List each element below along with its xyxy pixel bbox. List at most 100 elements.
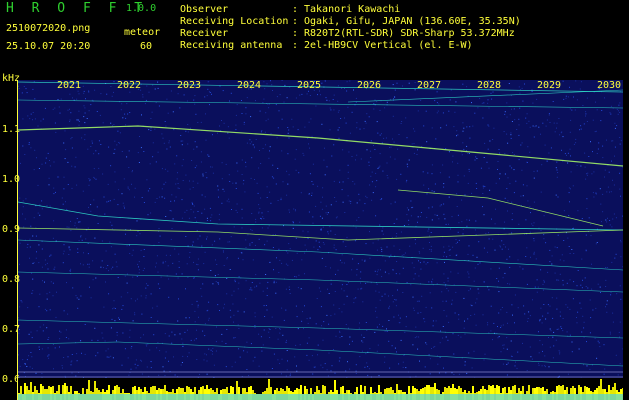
noise-speckle — [200, 121, 202, 123]
noise-speckle — [607, 217, 608, 219]
noise-speckle — [145, 287, 147, 289]
noise-speckle — [380, 247, 382, 249]
noise-speckle — [71, 360, 73, 362]
noise-speckle — [67, 313, 69, 315]
noise-speckle — [308, 143, 309, 145]
noise-speckle — [515, 180, 517, 182]
noise-speckle — [322, 339, 324, 341]
noise-speckle — [66, 226, 68, 228]
noise-speckle — [206, 238, 207, 240]
noise-speckle — [396, 178, 398, 180]
noise-speckle — [595, 193, 597, 195]
noise-speckle — [254, 316, 256, 318]
noise-speckle — [489, 189, 491, 191]
noise-speckle — [558, 118, 560, 119]
noise-speckle — [586, 173, 587, 175]
noise-speckle — [368, 116, 370, 118]
noise-speckle — [389, 147, 390, 148]
noise-speckle — [268, 107, 270, 109]
noise-speckle — [543, 279, 545, 281]
noise-speckle — [57, 99, 59, 101]
noise-speckle — [163, 183, 165, 185]
noise-speckle — [116, 266, 118, 268]
noise-speckle — [77, 252, 79, 253]
noise-speckle — [110, 246, 112, 248]
noise-speckle — [433, 346, 435, 348]
x-tick-label: 2030 — [597, 80, 622, 91]
noise-speckle — [620, 195, 621, 197]
noise-speckle — [585, 250, 587, 252]
noise-speckle — [144, 103, 146, 105]
noise-speckle — [112, 308, 114, 310]
noise-speckle — [69, 249, 71, 251]
noise-speckle — [27, 307, 29, 309]
noise-speckle — [557, 172, 559, 173]
noise-speckle — [53, 220, 55, 222]
noise-speckle — [286, 170, 288, 172]
noise-speckle — [32, 278, 34, 280]
noise-speckle — [614, 122, 616, 124]
noise-speckle — [218, 219, 220, 221]
noise-speckle — [32, 112, 34, 113]
noise-speckle — [262, 216, 264, 218]
noise-speckle — [173, 129, 175, 131]
noise-speckle — [182, 342, 184, 344]
noise-speckle — [79, 221, 81, 223]
noise-speckle — [84, 107, 86, 109]
noise-speckle — [266, 287, 268, 289]
noise-speckle — [541, 365, 543, 367]
noise-speckle — [23, 86, 25, 87]
noise-speckle — [202, 173, 204, 175]
noise-speckle — [599, 188, 601, 190]
noise-speckle — [428, 354, 430, 356]
noise-speckle — [499, 152, 501, 154]
noise-speckle — [370, 175, 372, 177]
noise-speckle — [552, 317, 554, 319]
noise-speckle — [30, 331, 32, 333]
noise-speckle — [318, 241, 320, 243]
noise-speckle — [39, 204, 41, 206]
noise-speckle — [339, 330, 341, 332]
noise-speckle — [450, 89, 452, 91]
noise-speckle — [141, 360, 142, 362]
noise-speckle — [443, 213, 445, 215]
noise-speckle — [167, 170, 169, 172]
noise-speckle — [294, 276, 296, 278]
noise-speckle — [446, 288, 448, 289]
noise-speckle — [471, 367, 473, 369]
noise-speckle — [358, 217, 360, 218]
noise-speckle — [572, 185, 574, 187]
noise-speckle — [319, 246, 321, 248]
noise-speckle — [36, 251, 37, 253]
noise-speckle — [356, 122, 358, 124]
noise-speckle — [219, 85, 221, 87]
noise-speckle — [88, 178, 90, 180]
noise-speckle — [609, 333, 611, 335]
noise-speckle — [509, 165, 511, 167]
noise-speckle — [34, 118, 36, 120]
noise-speckle — [390, 203, 392, 205]
noise-speckle — [288, 129, 290, 131]
noise-speckle — [225, 163, 227, 165]
noise-speckle — [159, 196, 160, 198]
noise-speckle — [246, 142, 248, 144]
noise-speckle — [309, 95, 311, 96]
noise-speckle — [484, 186, 486, 188]
noise-speckle — [32, 119, 33, 121]
noise-speckle — [566, 331, 568, 333]
noise-speckle — [452, 155, 454, 157]
noise-speckle — [152, 142, 154, 144]
noise-speckle — [602, 193, 604, 195]
noise-speckle — [393, 316, 395, 318]
noise-speckle — [500, 351, 502, 353]
noise-speckle — [137, 263, 139, 265]
noise-speckle — [538, 352, 540, 354]
noise-speckle — [166, 98, 168, 100]
noise-speckle — [518, 134, 520, 136]
noise-speckle — [418, 300, 420, 302]
noise-speckle — [94, 177, 95, 179]
noise-speckle — [450, 271, 452, 273]
noise-speckle — [211, 93, 212, 95]
noise-speckle — [250, 177, 252, 179]
noise-speckle — [19, 306, 21, 308]
